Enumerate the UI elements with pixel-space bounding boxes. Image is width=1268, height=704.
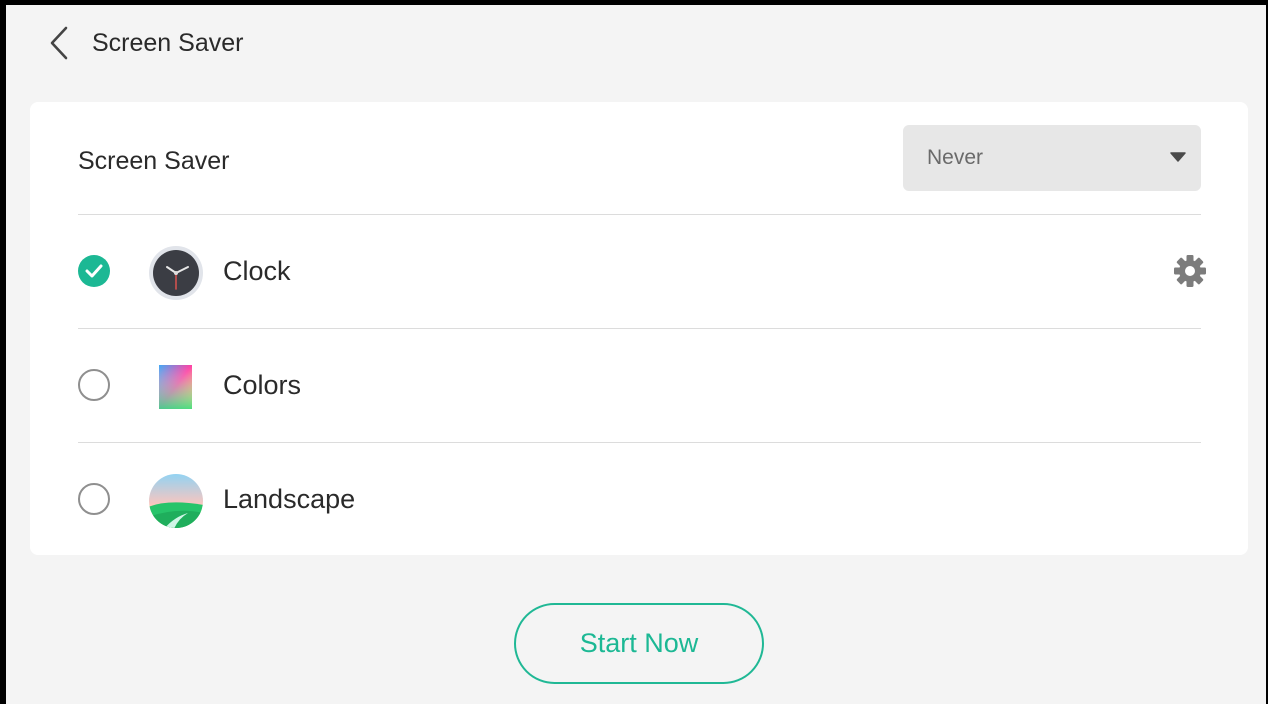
page-title: Screen Saver [92,29,244,57]
list-item-clock[interactable]: Clock [30,215,1248,328]
back-button[interactable] [42,23,76,63]
item-label-clock: Clock [223,256,291,286]
screen-saver-setting-row: Screen Saver Never [30,102,1248,214]
screen-saver-card: Screen Saver Never Clock Colors Landscap… [30,102,1248,555]
item-label-landscape: Landscape [223,484,356,514]
caret-down-icon [1170,152,1186,162]
colors-gradient-icon [159,365,192,409]
check-icon [85,264,103,278]
screen-saver-setting-label: Screen Saver [78,147,230,175]
radio-landscape[interactable] [78,483,110,515]
start-now-button[interactable]: Start Now [514,603,764,684]
radio-clock-checked[interactable] [78,255,110,287]
dropdown-selected-value: Never [927,146,984,169]
chevron-left-icon [50,26,68,60]
header: Screen Saver [6,5,1266,81]
landscape-icon [149,474,203,528]
radio-colors[interactable] [78,369,110,401]
screen-saver-timeout-dropdown[interactable]: Never [903,125,1201,191]
list-item-landscape[interactable]: Landscape [30,443,1248,555]
screen-saver-page: Screen Saver Screen Saver Never Clock Co… [6,5,1266,704]
list-item-colors[interactable]: Colors [30,329,1248,442]
item-label-colors: Colors [223,370,302,400]
clock-icon [149,246,203,300]
gear-icon[interactable] [1172,253,1208,289]
